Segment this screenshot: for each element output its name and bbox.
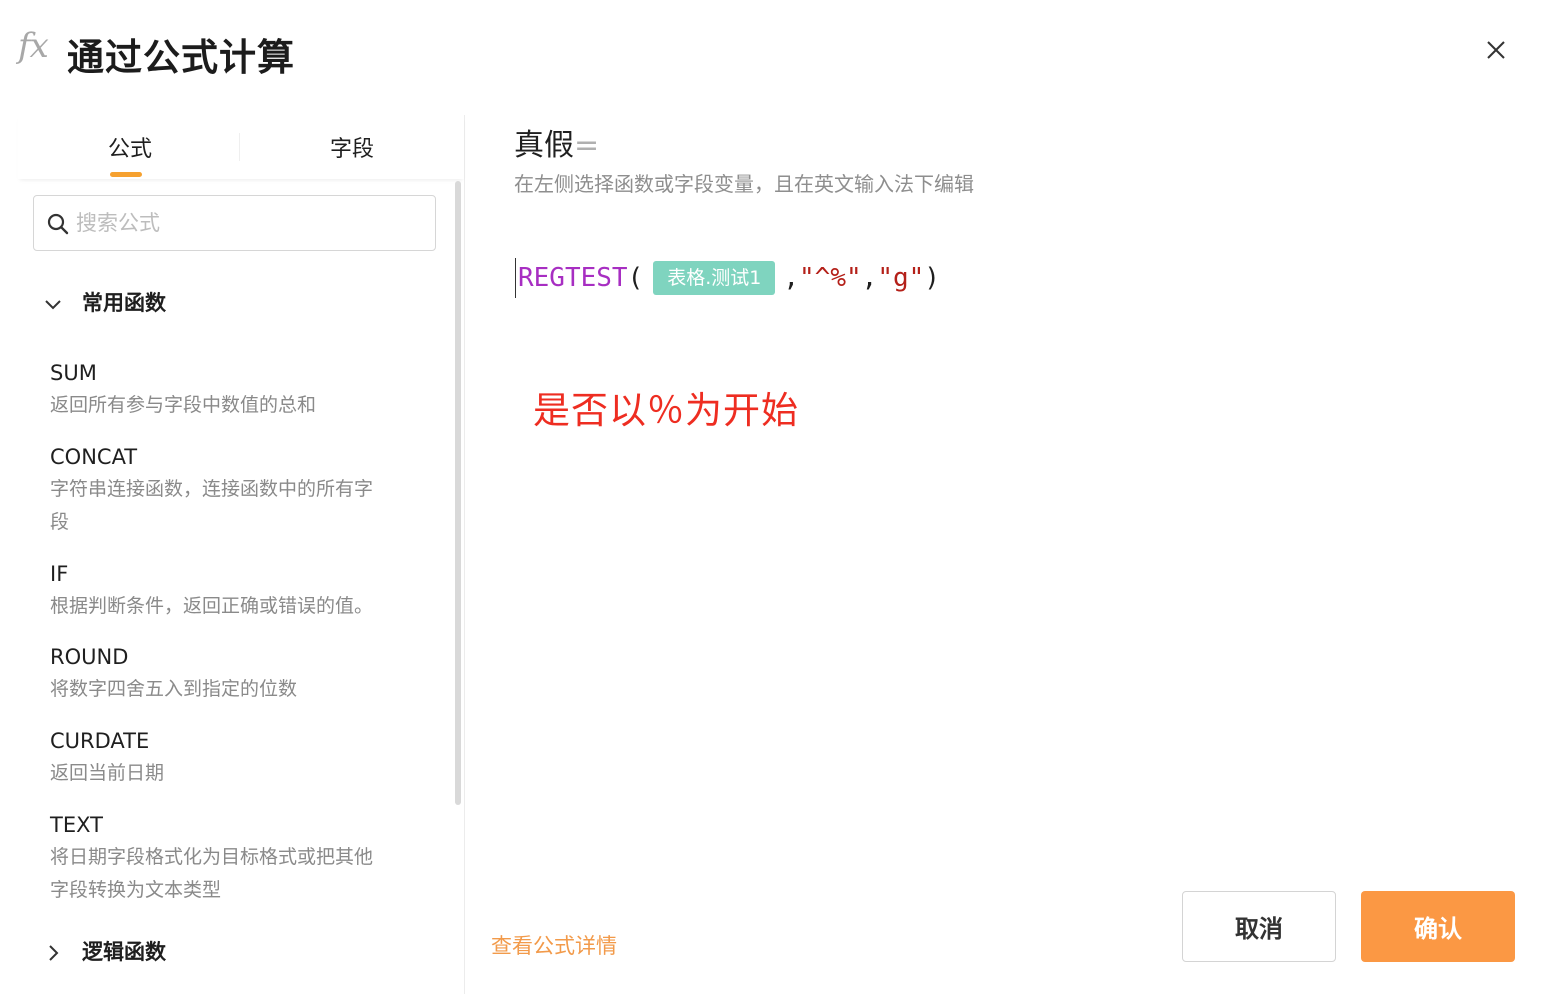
function-description: 根据判断条件，返回正确或错误的值。 xyxy=(50,595,374,617)
function-description-line: 字段转换为文本类型 xyxy=(50,879,222,901)
function-description: 字符串连接函数，连接函数中的所有字 段 xyxy=(50,473,420,539)
string-token: "^%" xyxy=(799,263,862,293)
close-icon xyxy=(1487,41,1505,59)
tab-formula[interactable]: 公式 xyxy=(108,131,152,163)
function-item-if[interactable]: IF 根据判断条件，返回正确或错误的值。 xyxy=(50,559,420,623)
formula-editor-panel: 真假= 在左侧选择函数或字段变量，且在英文输入法下编辑 REGTEST ( 表格… xyxy=(465,100,1556,994)
panel-tabs: 公式 字段 xyxy=(18,115,464,179)
tab-field[interactable]: 字段 xyxy=(330,131,374,163)
comma-token: , xyxy=(783,263,800,293)
function-description: 将数字四舍五入到指定的位数 xyxy=(50,678,298,700)
function-name: ROUND xyxy=(50,645,129,669)
annotation-text: 是否以％为开始 xyxy=(533,389,799,432)
group-label: 逻辑函数 xyxy=(82,940,166,964)
formula-dialog: fx 通过公式计算 公式 字段 常用函数 xyxy=(0,0,1556,994)
search-icon xyxy=(47,213,69,235)
close-paren-token: ) xyxy=(924,263,940,293)
function-description-line: 将日期字段格式化为目标格式或把其他 xyxy=(50,846,374,868)
function-item-concat[interactable]: CONCAT 字符串连接函数，连接函数中的所有字 段 xyxy=(50,442,420,539)
function-description: 返回所有参与字段中数值的总和 xyxy=(50,394,317,416)
tab-divider xyxy=(239,133,240,161)
chevron-down-icon xyxy=(45,300,61,310)
function-name: IF xyxy=(50,562,69,586)
function-item-text[interactable]: TEXT 将日期字段格式化为目标格式或把其他 字段转换为文本类型 xyxy=(50,810,420,907)
text-caret xyxy=(515,258,516,298)
comma-token: , xyxy=(861,263,878,293)
function-token: REGTEST xyxy=(518,263,628,293)
function-item-round[interactable]: ROUND 将数字四舍五入到指定的位数 xyxy=(50,642,420,706)
function-item-sum[interactable]: SUM 返回所有参与字段中数值的总和 xyxy=(50,358,420,422)
variable-tag[interactable]: 表格.测试1 xyxy=(653,261,776,295)
field-name: 真假 xyxy=(514,128,574,163)
cancel-button[interactable]: 取消 xyxy=(1182,891,1336,962)
dialog-header: fx 通过公式计算 xyxy=(0,0,1556,100)
function-description-line: 段 xyxy=(50,511,70,533)
function-name: SUM xyxy=(50,361,97,385)
open-paren-token: ( xyxy=(627,263,644,293)
function-description-line: 字符串连接函数，连接函数中的所有字 xyxy=(50,478,374,500)
function-description: 将日期字段格式化为目标格式或把其他 字段转换为文本类型 xyxy=(50,841,420,907)
function-item-curdate[interactable]: CURDATE 返回当前日期 xyxy=(50,726,420,790)
confirm-button[interactable]: 确认 xyxy=(1361,891,1515,962)
function-name: CURDATE xyxy=(50,729,150,753)
function-name: TEXT xyxy=(50,813,103,837)
group-label: 常用函数 xyxy=(82,291,166,315)
search-input[interactable] xyxy=(76,196,426,250)
chevron-right-icon xyxy=(49,945,59,961)
equals-sign: = xyxy=(574,128,600,163)
close-button[interactable] xyxy=(1480,34,1512,66)
string-token: "g" xyxy=(877,263,925,293)
formula-detail-link[interactable]: 查看公式详情 xyxy=(491,930,617,960)
function-description: 返回当前日期 xyxy=(50,762,165,784)
formula-editor[interactable]: REGTEST ( 表格.测试1 , "^%" , "g" ) xyxy=(515,248,1515,308)
active-tab-indicator xyxy=(110,172,142,177)
fx-icon: fx xyxy=(18,26,49,66)
scrollbar[interactable] xyxy=(455,181,461,805)
field-title: 真假= xyxy=(514,120,599,164)
editor-hint: 在左侧选择函数或字段变量，且在英文输入法下编辑 xyxy=(514,172,974,196)
dialog-title: 通过公式计算 xyxy=(67,36,295,79)
function-name: CONCAT xyxy=(50,445,138,469)
function-panel: 公式 字段 常用函数 SUM 返回所有参与字段中数值的总和 CONCAT xyxy=(0,115,465,994)
search-box xyxy=(33,195,436,251)
